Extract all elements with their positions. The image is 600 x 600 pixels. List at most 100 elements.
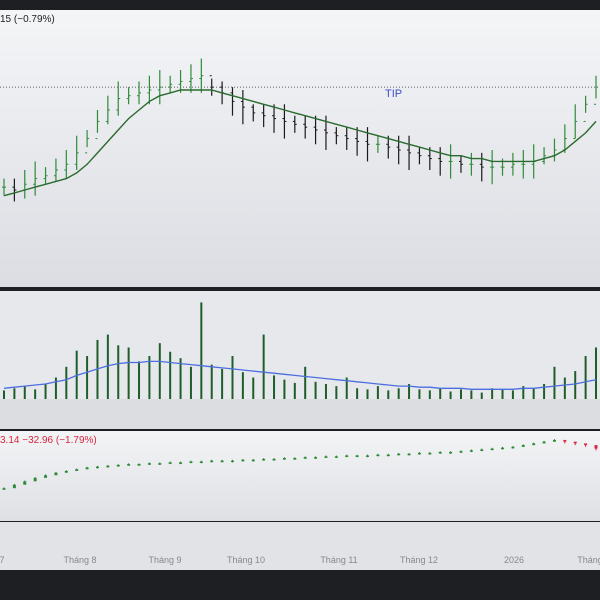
index-candle (137, 464, 141, 466)
index-candle (44, 475, 48, 478)
volume-bar (543, 383, 546, 399)
volume-bar (574, 371, 577, 399)
volume-bar (511, 390, 514, 399)
index-candle (33, 477, 37, 482)
price-panel[interactable]: 15 (−0.79%) TIP (0, 10, 600, 287)
volume-bar (158, 343, 161, 399)
volume-bar (428, 390, 431, 399)
index-candle (147, 463, 151, 465)
index-candle (552, 439, 556, 442)
volume-bar (335, 386, 338, 399)
volume-bar (34, 389, 37, 399)
volume-bar (356, 388, 359, 399)
x-tick-label: Tháng 11 (320, 555, 358, 565)
volume-bar (231, 356, 234, 399)
index-candle (563, 439, 567, 442)
index-candle (511, 446, 515, 449)
volume-bar (210, 364, 213, 399)
index-candle (179, 462, 183, 464)
volume-bar (283, 379, 286, 399)
x-tick-label: Tháng 12 (399, 555, 439, 565)
volume-bar (200, 302, 203, 399)
index-candle (324, 456, 328, 458)
index-candle (85, 467, 89, 470)
volume-bar (439, 388, 442, 399)
index-candle (210, 460, 214, 463)
index-candle (501, 447, 505, 450)
volume-bar (449, 391, 452, 399)
volume-bar (387, 390, 390, 399)
volume-bar (273, 375, 276, 399)
volume-bar (376, 386, 379, 399)
volume-bar (304, 366, 307, 399)
index-candle (407, 453, 411, 456)
index-candle (438, 452, 442, 454)
index-candle (584, 443, 588, 446)
index-candle (366, 455, 370, 457)
x-tick-label: 7 (0, 555, 5, 565)
index-candle (54, 472, 58, 476)
volume-bar (86, 356, 89, 399)
volume-bar (221, 368, 224, 399)
symbol-label: TIP (385, 88, 403, 100)
index-legend: 3.14 −32.96 (−1.79%) (0, 435, 97, 446)
volume-bar (553, 366, 556, 399)
volume-bar (366, 389, 369, 399)
index-candle (573, 441, 577, 444)
index-candle (469, 450, 473, 452)
volume-bar (54, 377, 57, 399)
index-candle (386, 454, 390, 457)
price-chart[interactable] (0, 10, 600, 287)
index-candle (241, 459, 245, 462)
index-candle (127, 464, 131, 466)
volume-moving-average (3, 360, 597, 390)
x-tick-label: 2026 (503, 555, 525, 565)
volume-bar (148, 356, 151, 399)
index-candle (449, 452, 453, 454)
volume-bar (262, 334, 265, 399)
volume-bar (169, 351, 172, 399)
volume-bar (179, 358, 182, 399)
x-tick-label: Tháng (577, 555, 600, 565)
index-candle (158, 463, 162, 465)
index-candle (542, 441, 546, 444)
volume-bar (563, 377, 566, 399)
index-candle (521, 445, 525, 447)
volume-bar (3, 390, 5, 399)
index-candle (23, 481, 27, 485)
volume-bar (138, 361, 141, 399)
volume-bar (470, 390, 473, 399)
index-candle (480, 449, 484, 451)
index-candle (168, 462, 172, 464)
index-candle (106, 465, 110, 468)
index-candle (355, 455, 359, 457)
volume-bar (501, 389, 504, 399)
index-candle (293, 458, 297, 460)
x-tick-label: Tháng 10 (226, 555, 266, 565)
volume-bar (252, 377, 255, 399)
volume-bar (127, 347, 130, 399)
volume-panel[interactable] (0, 291, 600, 399)
index-candle (95, 466, 99, 469)
volume-bar (65, 366, 68, 399)
x-tick-label: Tháng 9 (148, 555, 182, 565)
volume-chart[interactable] (0, 291, 600, 399)
volume-bar (532, 388, 535, 399)
volume-bar (13, 388, 16, 399)
time-axis[interactable]: 7 Tháng 8 Tháng 9 Tháng 10 Tháng 11 Thán… (0, 522, 600, 570)
volume-bar (189, 366, 192, 399)
index-candle (532, 443, 536, 446)
volume-bar (459, 389, 462, 399)
index-candle (417, 452, 421, 455)
index-candle (303, 457, 307, 459)
index-panel[interactable]: 3.14 −32.96 (−1.79%) (0, 431, 600, 521)
volume-bar (397, 388, 400, 399)
price-legend: 15 (−0.79%) (0, 14, 55, 25)
index-candle (594, 445, 598, 449)
volume-bar (324, 383, 327, 399)
index-candle (490, 448, 494, 451)
index-candle (251, 459, 255, 462)
index-candle (75, 469, 79, 471)
x-tick-label: Tháng 8 (63, 555, 97, 565)
index-candle (376, 454, 380, 457)
